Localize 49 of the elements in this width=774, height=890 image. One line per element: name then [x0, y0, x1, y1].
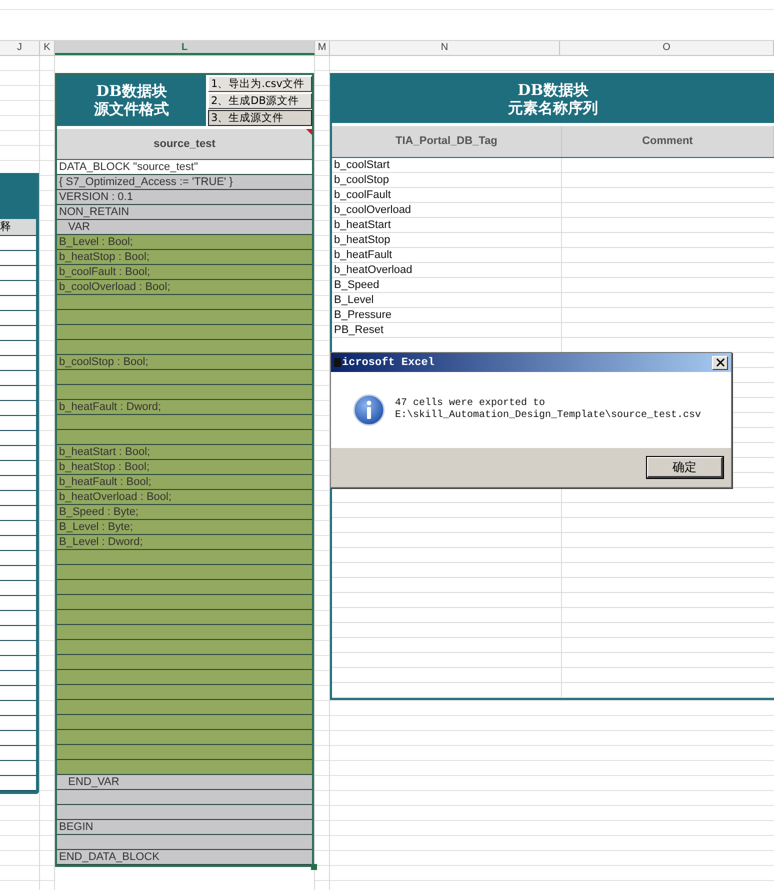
column-title: Comment	[562, 126, 774, 157]
table-header-cell: 释	[0, 219, 36, 236]
table-cell: BEGIN	[57, 820, 312, 835]
table-cell: DATA_BLOCK "source_test"	[57, 160, 312, 175]
table-cell: b_coolOverload	[332, 203, 562, 218]
table-cell: b_coolStop	[332, 173, 562, 188]
table-cell: VERSION : 0.1	[57, 190, 312, 205]
column-header[interactable]: J	[0, 41, 40, 55]
panel-title: DB数据块 源文件格式	[93, 81, 170, 120]
table-cell: B_Speed : Byte;	[57, 505, 312, 520]
macro-button[interactable]: 3、生成源文件	[208, 110, 312, 126]
table-cell: b_heatStart	[332, 218, 562, 233]
table-cell: b_coolFault : Bool;	[57, 265, 312, 280]
table-cell: b_heatFault : Bool;	[57, 475, 312, 490]
table-cell: b_heatOverload	[332, 263, 562, 278]
table-cell: END_VAR	[57, 775, 312, 790]
table-cell: b_heatFault : Dword;	[57, 400, 312, 415]
table-cell: END_DATA_BLOCK	[57, 850, 312, 865]
column-title: source_test	[57, 129, 312, 160]
column-title: TIA_Portal_DB_Tag	[332, 126, 562, 157]
ok-button[interactable]: 确定	[647, 457, 723, 478]
table-cell: b_heatStop : Bool;	[57, 460, 312, 475]
table-cell: b_heatStart : Bool;	[57, 445, 312, 460]
dialog-message: 47 cells were exported to E:\skill_Automation_Design_Template\source_test.csv	[395, 398, 702, 422]
column-header[interactable]: O	[560, 41, 774, 55]
column-header[interactable]: L	[55, 41, 315, 55]
table-cell: b_coolOverload : Bool;	[57, 280, 312, 295]
macro-button[interactable]: 2、生成DB源文件	[208, 93, 312, 109]
table-cell: NON_RETAIN	[57, 205, 312, 220]
table-cell: b_coolFault	[332, 188, 562, 203]
table-cell: b_heatFault	[332, 248, 562, 263]
table-cell: b_coolStop : Bool;	[57, 355, 312, 370]
table-cell: b_heatStop	[332, 233, 562, 248]
table-cell: B_Pressure	[332, 308, 562, 323]
table-cell: B_Level : Byte;	[57, 520, 312, 535]
table-cell: { S7_Optimized_Access := 'TRUE' }	[57, 175, 312, 190]
table-cell: b_heatOverload : Bool;	[57, 490, 312, 505]
table-cell: b_heatStop : Bool;	[57, 250, 312, 265]
table-cell: B_Level	[332, 293, 562, 308]
column-header[interactable]: M	[315, 41, 330, 55]
table-cell: B_Level : Dword;	[57, 535, 312, 550]
panel-title: DB数据块 元素名称序列	[507, 80, 599, 119]
macro-button[interactable]: 1、导出为.csv文件	[208, 76, 312, 92]
table-cell: B_Speed	[332, 278, 562, 293]
column-header[interactable]: N	[330, 41, 560, 55]
dialog-title: icrosoft Excel	[342, 356, 434, 368]
table-cell: b_coolStart	[332, 158, 562, 173]
table-cell: VAR	[57, 220, 312, 235]
table-cell: B_Level : Bool;	[57, 235, 312, 250]
